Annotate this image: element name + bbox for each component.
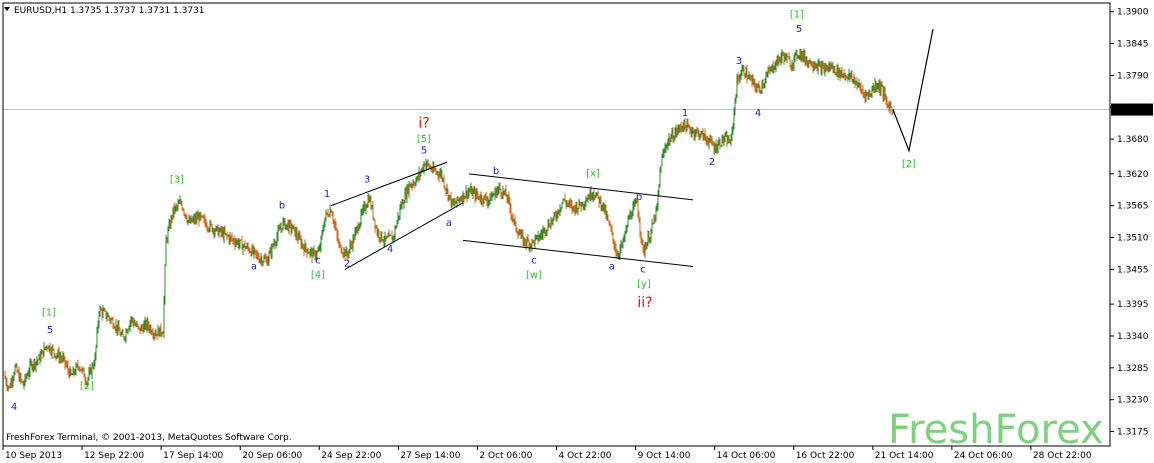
wave-label: 1 <box>682 108 688 119</box>
price-chart: 45[1][2][3]abc[4]12345[5]i?abc[w][x]abc[… <box>0 0 1154 463</box>
x-tick-label: 20 Sep 06:00 <box>242 451 302 461</box>
wave-label: [y] <box>637 279 651 290</box>
x-tick-label: 10 Sep 2013 <box>5 451 62 461</box>
wave-label: a <box>251 261 257 272</box>
x-tick-label: 27 Sep 14:00 <box>400 451 460 461</box>
wave-label: 2 <box>344 258 350 269</box>
wave-label: c <box>531 256 537 267</box>
brand-watermark: FreshForex <box>888 407 1104 453</box>
wave-label: 3 <box>736 56 742 67</box>
y-tick-label: 1.3790 <box>1117 71 1149 81</box>
wave-label: [5] <box>417 134 431 145</box>
wave-label: 5 <box>421 146 427 157</box>
wave-label: b <box>636 192 642 203</box>
wave-label: c <box>640 264 646 275</box>
copyright-text: FreshForex Terminal, © 2001-2013, MetaQu… <box>6 433 292 443</box>
current-price-label: 1.3731 <box>1115 106 1147 116</box>
x-tick-label: 17 Sep 14:00 <box>163 451 223 461</box>
wave-label: 2 <box>709 157 715 168</box>
wave-label: [1] <box>42 308 56 319</box>
wave-label: i? <box>418 116 429 132</box>
x-tick-label: 9 Oct 14:00 <box>638 451 691 461</box>
y-tick-label: 1.3565 <box>1117 202 1149 212</box>
x-tick-label: 24 Sep 22:00 <box>321 451 381 461</box>
wave-label: b <box>279 201 285 212</box>
wave-label: [4] <box>311 270 325 281</box>
y-tick-label: 1.3230 <box>1117 396 1149 406</box>
wave-label: c <box>315 256 321 267</box>
wave-label: 4 <box>11 402 17 413</box>
chart-background <box>0 0 1154 463</box>
wave-label: 5 <box>47 325 53 336</box>
wave-label: a <box>609 261 615 272</box>
y-tick-label: 1.3680 <box>1117 135 1149 145</box>
y-tick-label: 1.3620 <box>1117 170 1149 180</box>
wave-label: [x] <box>586 169 600 180</box>
x-tick-label: 12 Sep 22:00 <box>84 451 144 461</box>
wave-label: 5 <box>796 24 802 35</box>
wave-label: 4 <box>755 108 761 119</box>
wave-label: [w] <box>526 270 542 281</box>
y-tick-label: 1.3285 <box>1117 364 1149 374</box>
wave-label: ii? <box>637 295 652 311</box>
wave-label: [2] <box>902 159 916 170</box>
wave-label: [3] <box>170 175 184 186</box>
wave-label: 1 <box>324 189 330 200</box>
y-tick-label: 1.3340 <box>1117 332 1149 342</box>
x-tick-label: 14 Oct 06:00 <box>717 451 776 461</box>
y-tick-label: 1.3175 <box>1117 428 1149 438</box>
wave-label: a <box>446 218 452 229</box>
wave-label: b <box>493 166 499 177</box>
wave-label: [2] <box>80 381 94 392</box>
x-tick-label: 4 Oct 22:00 <box>559 451 612 461</box>
x-tick-label: 2 Oct 06:00 <box>479 451 532 461</box>
wave-label: 3 <box>364 175 370 186</box>
y-tick-label: 1.3845 <box>1117 40 1149 50</box>
y-tick-label: 1.3395 <box>1117 300 1149 310</box>
x-tick-label: 16 Oct 22:00 <box>796 451 855 461</box>
symbol-header: EURUSD,H1 1.3735 1.3737 1.3731 1.3731 <box>14 6 205 16</box>
y-tick-label: 1.3455 <box>1117 265 1149 275</box>
y-tick-label: 1.3510 <box>1117 234 1149 244</box>
wave-label: [1] <box>790 9 804 20</box>
wave-label: 4 <box>387 244 393 255</box>
y-tick-label: 1.3900 <box>1117 8 1149 18</box>
